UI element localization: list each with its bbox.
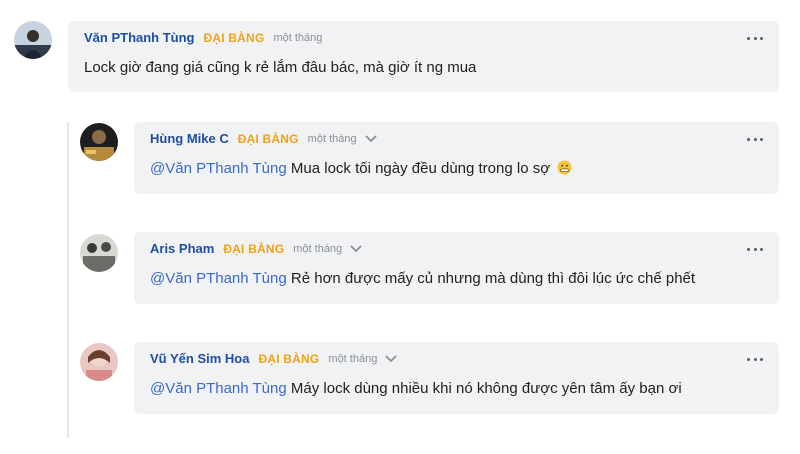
comment-text: Lock giờ đang giá cũng k rẻ lắm đâu bác,… xyxy=(84,59,476,76)
author-name[interactable]: Hùng Mike C xyxy=(150,131,229,146)
comment-meta: Văn PThanh Tùng ĐẠI BÀNG một tháng xyxy=(84,30,322,45)
comment-text: @Văn PThanh Tùng Rẻ hơn được mấy củ nhưn… xyxy=(150,270,695,287)
timestamp[interactable]: một tháng xyxy=(273,32,322,44)
rank-badge: ĐẠI BÀNG xyxy=(223,241,285,256)
rank-badge: ĐẠI BÀNG xyxy=(203,30,265,45)
author-name[interactable]: Vũ Yến Sim Hoa xyxy=(150,351,249,366)
grimacing-emoji-icon xyxy=(557,160,572,175)
user-avatar-icon xyxy=(80,343,118,381)
comment-bubble: Hùng Mike C ĐẠI BÀNG một tháng @Văn PTha… xyxy=(134,122,779,194)
reply-thread-line xyxy=(67,122,69,438)
more-options-icon[interactable] xyxy=(747,354,763,364)
comment-bubble: Vũ Yến Sim Hoa ĐẠI BÀNG một tháng @Văn P… xyxy=(134,342,779,414)
avatar[interactable] xyxy=(80,343,118,381)
chevron-down-icon[interactable] xyxy=(364,134,377,143)
comment-meta: Vũ Yến Sim Hoa ĐẠI BÀNG một tháng xyxy=(150,351,397,366)
chevron-down-icon[interactable] xyxy=(385,354,397,363)
rank-badge: ĐẠI BÀNG xyxy=(237,131,299,146)
comment-body: Lock giờ đang giá cũng k rẻ lắm đâu bác,… xyxy=(84,59,477,76)
comment-body: Máy lock dùng nhiều khi nó không được yê… xyxy=(286,380,682,397)
comment-text: @Văn PThanh Tùng Mua lock tối ngày đều d… xyxy=(150,160,572,177)
user-avatar-icon xyxy=(80,234,118,272)
more-options-icon[interactable] xyxy=(747,244,763,254)
timestamp[interactable]: một tháng xyxy=(328,353,377,365)
comment-meta: Aris Pham ĐẠI BÀNG một tháng xyxy=(150,241,362,256)
comment-text: @Văn PThanh Tùng Máy lock dùng nhiều khi… xyxy=(150,380,682,397)
avatar[interactable] xyxy=(80,234,118,272)
author-name[interactable]: Aris Pham xyxy=(150,241,214,256)
mention-link[interactable]: @Văn PThanh Tùng xyxy=(150,380,287,397)
comment-body: Mua lock tối ngày đều dùng trong lo sợ xyxy=(286,160,551,177)
comment-bubble: Aris Pham ĐẠI BÀNG một tháng @Văn PThanh… xyxy=(134,232,779,304)
more-options-icon[interactable] xyxy=(747,33,763,43)
author-name[interactable]: Văn PThanh Tùng xyxy=(84,30,195,45)
timestamp[interactable]: một tháng xyxy=(293,243,342,255)
rank-badge: ĐẠI BÀNG xyxy=(258,351,320,366)
timestamp[interactable]: một tháng xyxy=(308,133,357,145)
comment-body: Rẻ hơn được mấy củ nhưng mà dùng thì đôi… xyxy=(286,270,696,287)
mention-link[interactable]: @Văn PThanh Tùng xyxy=(150,270,287,287)
user-avatar-icon xyxy=(14,21,52,59)
mention-link[interactable]: @Văn PThanh Tùng xyxy=(150,160,287,177)
comment-meta: Hùng Mike C ĐẠI BÀNG một tháng xyxy=(150,131,377,146)
avatar[interactable] xyxy=(80,123,118,161)
more-options-icon[interactable] xyxy=(747,134,763,144)
avatar[interactable] xyxy=(14,21,52,59)
chevron-down-icon[interactable] xyxy=(350,244,362,253)
user-avatar-icon xyxy=(80,123,118,161)
comment-bubble: Văn PThanh Tùng ĐẠI BÀNG một tháng Lock … xyxy=(68,21,779,92)
